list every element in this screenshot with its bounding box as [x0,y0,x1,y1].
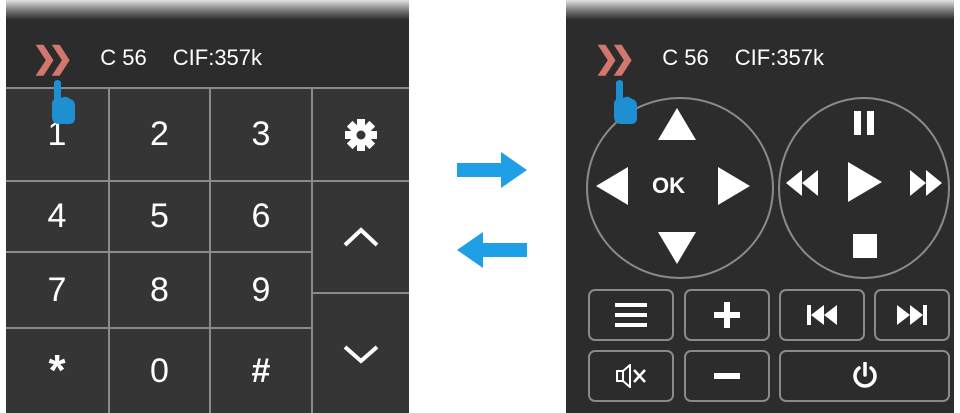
key-hash[interactable]: # [211,329,311,413]
power-icon [852,362,877,388]
panel-top-shade [566,0,954,20]
volume-down-button[interactable] [684,350,770,402]
settings-button[interactable] [313,89,409,180]
next-button[interactable] [874,289,950,341]
rewind-icon[interactable] [786,170,818,196]
panel-top-shade [6,0,409,20]
keypad-panel: ❯❯ C 56 CIF:357k 1 2 3 4 5 6 7 8 9 * 0 # [6,0,409,413]
channel-up-button[interactable] [313,182,409,292]
arrow-right-icon [457,152,527,188]
stop-icon[interactable] [853,234,877,258]
play-icon[interactable] [848,162,882,202]
menu-button[interactable] [588,289,674,341]
channel-label: C 56 [100,45,147,70]
prev-track-icon [807,305,837,325]
minus-icon [714,373,740,379]
volume-up-button[interactable] [684,289,770,341]
down-button[interactable] [658,232,696,264]
status-bar: ❯❯ C 56 CIF:357k [594,38,824,78]
up-button[interactable] [658,108,696,140]
stream-info-label: CIF:357k [172,45,263,70]
pause-icon[interactable] [851,111,877,135]
menu-icon [615,303,647,327]
right-button[interactable] [718,167,750,205]
key-9[interactable]: 9 [211,253,311,327]
double-chevron-icon[interactable]: ❯❯ [594,41,635,76]
fast-forward-icon[interactable] [910,170,942,196]
plus-icon [714,302,740,328]
next-track-icon [897,305,927,325]
key-8[interactable]: 8 [110,253,209,327]
left-button[interactable] [596,167,628,205]
gear-icon [345,118,377,151]
channel-down-button[interactable] [313,294,409,413]
key-7[interactable]: 7 [6,253,108,327]
channel-label: C 56 [662,45,709,70]
mute-icon [616,364,646,388]
chevron-down-icon [343,344,379,364]
remote-panel: ❯❯ C 56 CIF:357k OK [566,0,954,413]
arrow-left-icon [457,232,527,268]
key-star[interactable]: * [6,329,108,413]
key-3[interactable]: 3 [211,89,311,180]
double-chevron-icon[interactable]: ❯❯ [32,41,73,76]
pointer-hand-icon [52,80,75,124]
pointer-hand-icon [614,80,637,124]
key-6[interactable]: 6 [211,182,311,251]
status-bar: ❯❯ C 56 CIF:357k [32,38,262,78]
key-0[interactable]: 0 [110,329,209,413]
chevron-up-icon [343,227,379,247]
previous-button[interactable] [779,289,865,341]
key-4[interactable]: 4 [6,182,108,251]
key-2[interactable]: 2 [110,89,209,180]
ok-button[interactable]: OK [652,173,685,199]
key-5[interactable]: 5 [110,182,209,251]
stream-info-label: CIF:357k [734,45,825,70]
power-button[interactable] [779,350,950,402]
mute-button[interactable] [588,350,674,402]
